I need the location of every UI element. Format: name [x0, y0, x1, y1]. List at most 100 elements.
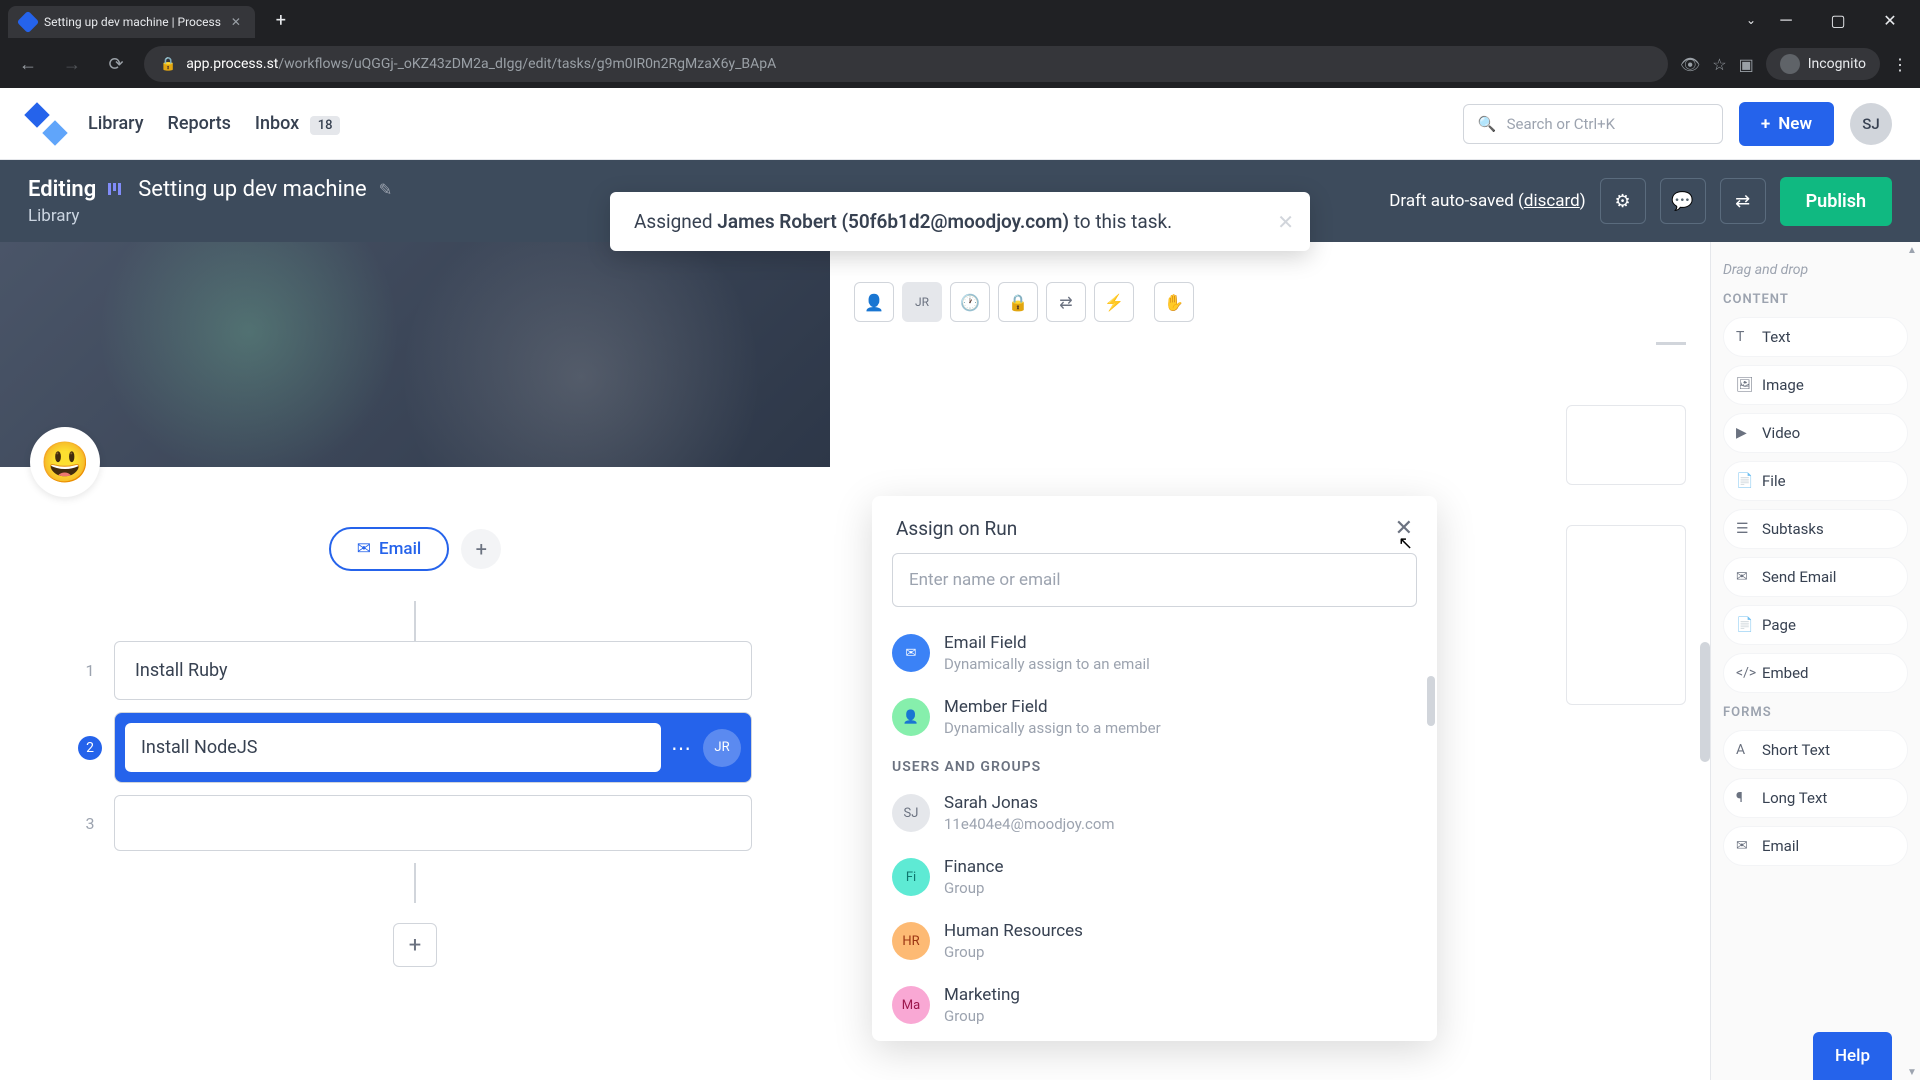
envelope-icon: ✉: [1736, 838, 1752, 854]
comments-button[interactable]: 💬: [1660, 178, 1706, 224]
task-number: 1: [78, 661, 102, 680]
task-title-input[interactable]: [125, 723, 661, 772]
add-task-button[interactable]: +: [393, 923, 437, 967]
sidebar-item-long-text[interactable]: ¶Long Text: [1723, 778, 1908, 818]
nav-reports[interactable]: Reports: [168, 113, 231, 134]
email-step-button[interactable]: ✉ Email: [329, 527, 450, 571]
add-step-button[interactable]: +: [461, 529, 501, 569]
popover-title: Assign on Run: [896, 517, 1017, 540]
nav-library[interactable]: Library: [88, 113, 144, 134]
forward-button[interactable]: →: [56, 48, 88, 80]
sidebar-item-embed[interactable]: </>Embed: [1723, 653, 1908, 693]
person-icon: 👤: [864, 293, 884, 312]
toast-close-icon[interactable]: ✕: [1277, 210, 1294, 234]
scroll-up-icon[interactable]: ▲: [1904, 242, 1920, 258]
search-input[interactable]: 🔍 Search or Ctrl+K: [1463, 104, 1723, 144]
conditional-button[interactable]: ⇄: [1046, 282, 1086, 322]
browser-menu-icon[interactable]: ⋮: [1892, 55, 1908, 74]
scroll-down-icon[interactable]: ▼: [1904, 1064, 1920, 1080]
popover-close-icon[interactable]: ✕: [1395, 516, 1413, 541]
new-tab-button[interactable]: +: [267, 6, 295, 34]
assign-option-group[interactable]: HR Human Resources Group: [872, 909, 1437, 973]
address-bar[interactable]: 🔒 app.process.st/workflows/uQGGj-_oKZ43z…: [144, 46, 1668, 82]
settings-button[interactable]: ⚙: [1600, 178, 1646, 224]
shuffle-icon: ⇄: [1059, 293, 1072, 312]
stop-button[interactable]: ✋: [1154, 282, 1194, 322]
embed-icon: </>: [1736, 665, 1752, 681]
task-row-active[interactable]: 2 ⋯ JR: [78, 712, 752, 783]
sidebar-item-short-text[interactable]: AShort Text: [1723, 730, 1908, 770]
scrollbar-thumb[interactable]: [1427, 676, 1435, 726]
editor-block[interactable]: [1566, 405, 1686, 485]
nav-inbox[interactable]: Inbox 18: [255, 113, 341, 134]
envelope-icon: ✉: [892, 634, 930, 672]
task-card[interactable]: Install Ruby: [114, 641, 752, 700]
task-assignee-avatar[interactable]: JR: [703, 729, 741, 767]
assignee-chip[interactable]: JR: [902, 282, 942, 322]
popover-section-users: USERS AND GROUPS: [872, 749, 1437, 781]
edit-title-icon[interactable]: ✎: [379, 180, 392, 199]
sidebar-item-image[interactable]: 🖼Image: [1723, 365, 1908, 405]
assign-option-user[interactable]: SJ Sarah Jonas 11e404e4@moodjoy.com: [872, 781, 1437, 845]
maximize-button[interactable]: ▢: [1816, 4, 1860, 36]
breadcrumb-library[interactable]: Library: [28, 206, 392, 226]
tab-close-icon[interactable]: ✕: [229, 15, 243, 29]
sidebar-hint: Drag and drop: [1723, 262, 1908, 278]
lock-icon: 🔒: [160, 57, 176, 72]
list-icon: ☰: [1736, 521, 1752, 537]
tabs-dropdown-icon[interactable]: ⌄: [1746, 13, 1756, 27]
sidebar-item-file[interactable]: 📄File: [1723, 461, 1908, 501]
close-window-button[interactable]: ✕: [1868, 4, 1912, 36]
new-button[interactable]: + New: [1739, 102, 1834, 146]
user-avatar[interactable]: SJ: [1850, 103, 1892, 145]
task-number-active: 2: [78, 736, 102, 760]
automations-button[interactable]: ⚡: [1094, 282, 1134, 322]
permissions-button[interactable]: 🔒: [998, 282, 1038, 322]
app-logo[interactable]: [28, 106, 64, 142]
task-row[interactable]: 1 Install Ruby: [78, 641, 752, 700]
assign-popover: Assign on Run ✕ Enter name or email ✉ Em…: [872, 496, 1437, 1041]
editor-divider: [1656, 342, 1686, 345]
group-avatar-initials: Fi: [892, 858, 930, 896]
incognito-badge[interactable]: Incognito: [1766, 48, 1880, 80]
sidebar-item-video[interactable]: ▶Video: [1723, 413, 1908, 453]
assign-option-email-field[interactable]: ✉ Email Field Dynamically assign to an e…: [872, 621, 1437, 685]
tab-title: Setting up dev machine | Process: [44, 15, 221, 29]
gear-icon: ⚙: [1615, 191, 1631, 212]
sidebar-item-send-email[interactable]: ✉Send Email: [1723, 557, 1908, 597]
sidebar-item-text[interactable]: TText: [1723, 317, 1908, 357]
star-icon[interactable]: ☆: [1712, 55, 1726, 74]
browser-tab[interactable]: Setting up dev machine | Process ✕: [8, 6, 255, 38]
discard-link[interactable]: discard: [1524, 191, 1580, 211]
hero-image: 😃: [0, 242, 830, 467]
assign-search-input[interactable]: Enter name or email: [892, 553, 1417, 607]
sidebar-item-page[interactable]: 📄Page: [1723, 605, 1908, 645]
long-text-icon: ¶: [1736, 790, 1752, 806]
task-card-empty[interactable]: [114, 795, 752, 851]
scrollbar-thumb[interactable]: [1700, 642, 1710, 762]
extensions-icon[interactable]: ▣: [1739, 55, 1754, 74]
image-icon: 🖼: [1736, 377, 1752, 393]
minimize-button[interactable]: ─: [1764, 4, 1808, 36]
shuffle-button[interactable]: ⇄: [1720, 178, 1766, 224]
eye-off-icon[interactable]: 👁: [1680, 55, 1700, 74]
assign-option-group[interactable]: Fi Finance Group: [872, 845, 1437, 909]
editor-block[interactable]: [1566, 525, 1686, 705]
sidebar-item-subtasks[interactable]: ☰Subtasks: [1723, 509, 1908, 549]
workflow-emoji[interactable]: 😃: [30, 427, 100, 497]
help-button[interactable]: Help: [1813, 1032, 1892, 1080]
assign-option-member-field[interactable]: 👤 Member Field Dynamically assign to a m…: [872, 685, 1437, 749]
reload-button[interactable]: ⟳: [100, 48, 132, 80]
publish-button[interactable]: Publish: [1780, 177, 1892, 226]
video-icon: ▶: [1736, 425, 1752, 441]
assign-person-button[interactable]: 👤: [854, 282, 894, 322]
task-menu-icon[interactable]: ⋯: [671, 736, 693, 760]
task-row[interactable]: 3: [78, 795, 752, 851]
assign-option-group[interactable]: Ma Marketing Group: [872, 973, 1437, 1037]
clock-icon: 🕐: [960, 293, 980, 312]
due-date-button[interactable]: 🕐: [950, 282, 990, 322]
group-avatar-initials: HR: [892, 922, 930, 960]
back-button[interactable]: ←: [12, 48, 44, 80]
person-icon: 👤: [892, 698, 930, 736]
sidebar-item-email-field[interactable]: ✉Email: [1723, 826, 1908, 866]
